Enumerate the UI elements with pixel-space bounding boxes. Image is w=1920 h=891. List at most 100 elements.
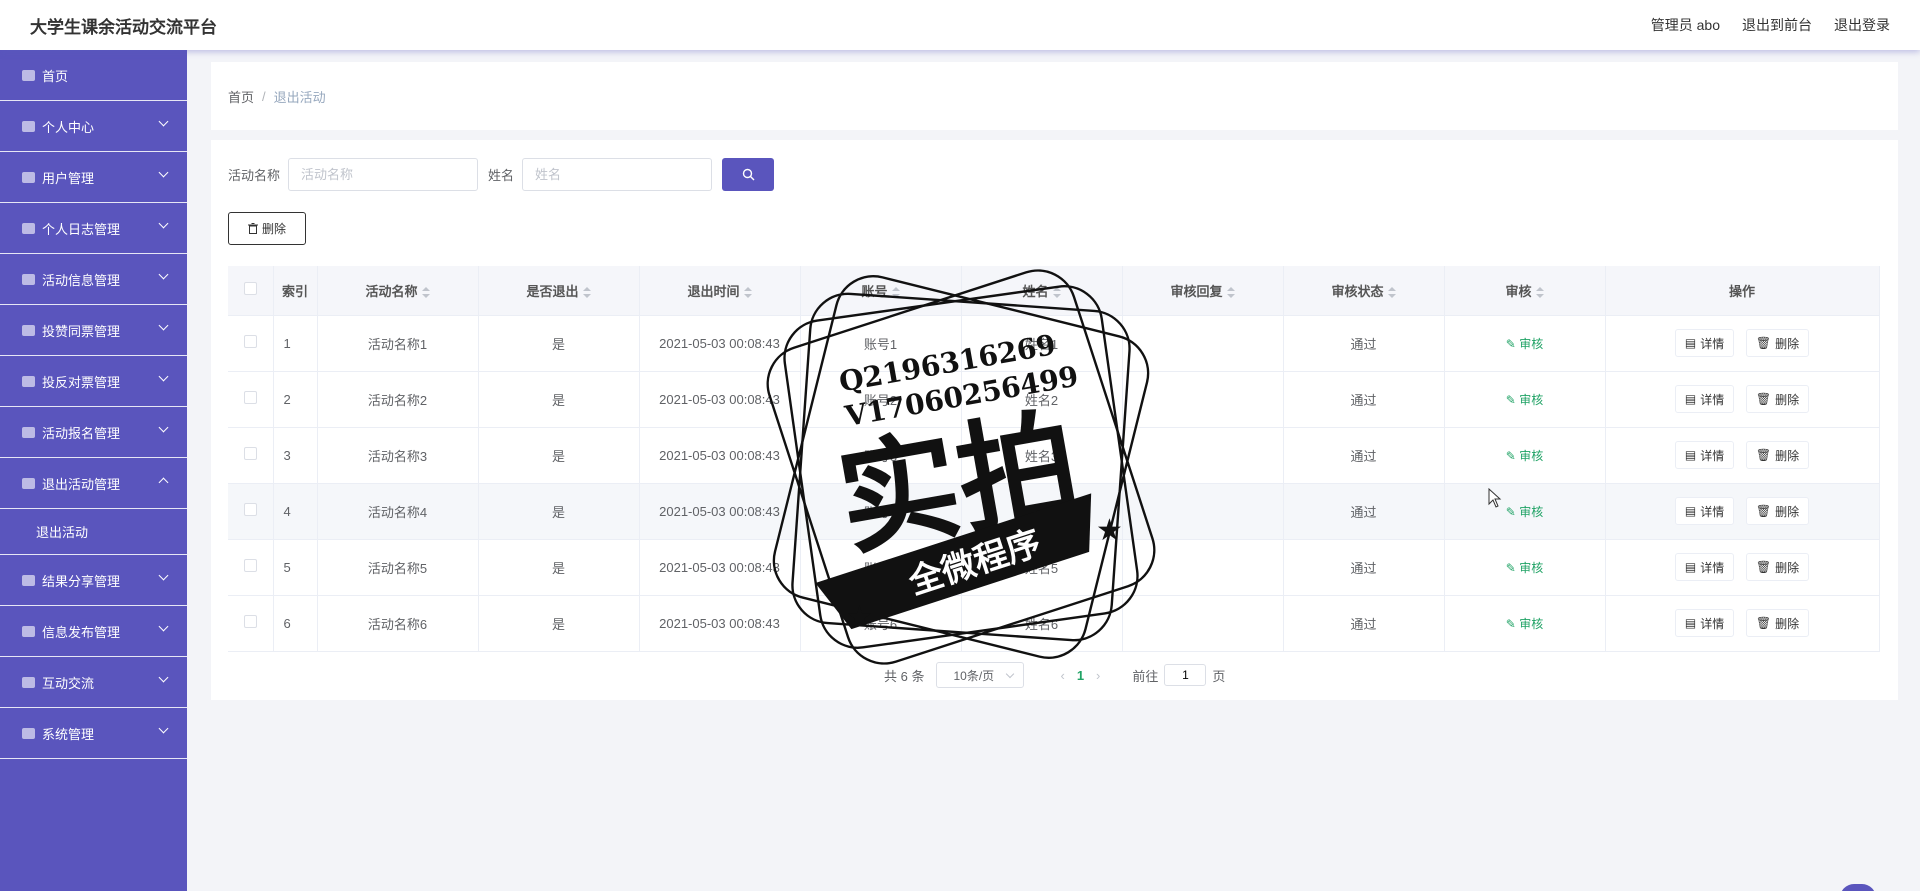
row-checkbox[interactable] bbox=[243, 335, 257, 348]
audit-link[interactable]: ✎ 审核 bbox=[1506, 617, 1543, 631]
search-icon bbox=[742, 168, 755, 181]
sidebar-item-interaction[interactable]: 互动交流 bbox=[0, 657, 187, 708]
page-size-select[interactable]: 10条/页 bbox=[936, 662, 1025, 688]
cell-reply bbox=[1122, 371, 1284, 428]
cell-time: 2021-05-03 00:08:43 bbox=[639, 483, 801, 540]
column-header[interactable]: 退出时间 bbox=[639, 266, 801, 316]
sort-icon[interactable] bbox=[1387, 286, 1396, 298]
sidebar-item-label: 系统管理 bbox=[42, 726, 95, 742]
column-header[interactable]: 账号 bbox=[800, 266, 962, 316]
audit-link[interactable]: ✎ 审核 bbox=[1506, 449, 1543, 463]
chevron-down-icon bbox=[158, 723, 169, 734]
sidebar-item-vote-approve[interactable]: 投赞同票管理 bbox=[0, 305, 187, 356]
column-header[interactable]: 审核回复 bbox=[1122, 266, 1284, 316]
sort-icon[interactable] bbox=[891, 286, 900, 298]
breadcrumb-home[interactable]: 首页 bbox=[228, 87, 254, 106]
delete-button[interactable]: 🗑 删除 bbox=[1745, 441, 1810, 469]
column-header[interactable]: 是否退出 bbox=[478, 266, 640, 316]
back-to-front-link[interactable]: 退出到前台 bbox=[1742, 15, 1812, 35]
name-label: 姓名 bbox=[488, 168, 515, 183]
detail-button[interactable]: ▤ 详情 bbox=[1674, 609, 1735, 637]
row-checkbox[interactable] bbox=[243, 447, 257, 460]
row-checkbox[interactable] bbox=[243, 615, 257, 628]
search-button[interactable] bbox=[722, 158, 775, 191]
batch-delete-button[interactable]: 删除 bbox=[228, 212, 306, 245]
delete-button[interactable]: 🗑 删除 bbox=[1745, 497, 1810, 525]
sidebar-item-quit-activity-management[interactable]: 退出活动管理 bbox=[0, 458, 187, 509]
activity-name-label: 活动名称 bbox=[228, 168, 281, 183]
page-number[interactable]: 1 bbox=[1077, 668, 1084, 683]
sidebar-item-signup[interactable]: 活动报名管理 bbox=[0, 407, 187, 458]
sidebar-item-log-management[interactable]: 个人日志管理 bbox=[0, 203, 187, 254]
select-all-checkbox[interactable] bbox=[243, 282, 257, 296]
document-icon: ▤ bbox=[1684, 392, 1697, 406]
detail-button[interactable]: ▤ 详情 bbox=[1674, 329, 1735, 357]
cell-time: 2021-05-03 00:08:43 bbox=[639, 371, 801, 428]
detail-button[interactable]: ▤ 详情 bbox=[1674, 553, 1735, 581]
floating-corner-button[interactable] bbox=[1840, 884, 1876, 891]
audit-link[interactable]: ✎ 审核 bbox=[1506, 561, 1543, 575]
row-checkbox[interactable] bbox=[243, 559, 257, 572]
detail-button[interactable]: ▤ 详情 bbox=[1674, 441, 1735, 469]
sidebar-item-info-publish[interactable]: 信息发布管理 bbox=[0, 606, 187, 657]
row-checkbox[interactable] bbox=[243, 503, 257, 516]
sidebar-item-label: 首页 bbox=[42, 68, 69, 84]
cell-index: 1 bbox=[273, 315, 318, 372]
activity-name-input[interactable] bbox=[288, 158, 479, 191]
column-header[interactable]: 姓名 bbox=[961, 266, 1123, 316]
detail-button[interactable]: ▤ 详情 bbox=[1674, 497, 1735, 525]
prev-page-icon[interactable]: ‹ bbox=[1060, 668, 1064, 683]
column-header[interactable]: 审核 bbox=[1444, 266, 1606, 316]
delete-button[interactable]: 🗑 删除 bbox=[1745, 609, 1810, 637]
breadcrumb: 首页 / 退出活动 bbox=[211, 62, 1898, 130]
cell-reply bbox=[1122, 595, 1284, 652]
sidebar-item-personal-center[interactable]: 个人中心 bbox=[0, 101, 187, 152]
sort-icon[interactable] bbox=[1052, 286, 1061, 298]
sidebar-item-result-share[interactable]: 结果分享管理 bbox=[0, 555, 187, 606]
cell-name: 姓名3 bbox=[961, 427, 1123, 484]
delete-button[interactable]: 🗑 删除 bbox=[1745, 329, 1810, 357]
breadcrumb-separator: / bbox=[262, 88, 266, 104]
select-all-cell[interactable] bbox=[228, 266, 274, 316]
next-page-icon[interactable]: › bbox=[1096, 668, 1100, 683]
goto-page-input[interactable] bbox=[1164, 664, 1207, 686]
logout-link[interactable]: 退出登录 bbox=[1834, 15, 1890, 35]
name-input[interactable] bbox=[522, 158, 713, 191]
audit-link[interactable]: ✎ 审核 bbox=[1506, 505, 1543, 519]
trash-icon bbox=[247, 223, 258, 234]
sort-icon[interactable] bbox=[421, 286, 430, 298]
chevron-down-icon bbox=[158, 167, 169, 178]
share-icon bbox=[22, 574, 35, 586]
sort-icon[interactable] bbox=[1535, 286, 1544, 298]
user-icon bbox=[22, 120, 35, 132]
audit-link[interactable]: ✎ 审核 bbox=[1506, 337, 1543, 351]
batch-delete-label: 删除 bbox=[261, 222, 286, 236]
column-header[interactable]: 审核状态 bbox=[1283, 266, 1445, 316]
sort-icon[interactable] bbox=[582, 286, 591, 298]
sidebar-item-vote-oppose[interactable]: 投反对票管理 bbox=[0, 356, 187, 407]
chevron-down-icon bbox=[158, 621, 169, 632]
delete-button[interactable]: 🗑 删除 bbox=[1745, 385, 1810, 413]
cell-index: 3 bbox=[273, 427, 318, 484]
chat-icon bbox=[22, 676, 35, 688]
column-header[interactable]: 活动名称 bbox=[317, 266, 479, 316]
sidebar-item-activity-info[interactable]: 活动信息管理 bbox=[0, 254, 187, 305]
delete-button[interactable]: 🗑 删除 bbox=[1745, 553, 1810, 581]
cell-index: 6 bbox=[273, 595, 318, 652]
sort-icon[interactable] bbox=[1226, 286, 1235, 298]
sidebar-item-user-management[interactable]: 用户管理 bbox=[0, 152, 187, 203]
sidebar-item-system[interactable]: 系统管理 bbox=[0, 708, 187, 759]
document-icon: ▤ bbox=[1684, 504, 1697, 518]
pagination-total: 共 6 条 bbox=[884, 668, 925, 684]
audit-link[interactable]: ✎ 审核 bbox=[1506, 393, 1543, 407]
sidebar-item-home[interactable]: 首页 bbox=[0, 50, 187, 101]
document-icon: ▤ bbox=[1684, 616, 1697, 630]
cell-index: 4 bbox=[273, 483, 318, 540]
cell-activity: 活动名称6 bbox=[317, 595, 479, 652]
detail-button[interactable]: ▤ 详情 bbox=[1674, 385, 1735, 413]
sidebar-subitem-quit-activity[interactable]: 退出活动 bbox=[0, 509, 187, 555]
row-checkbox[interactable] bbox=[243, 391, 257, 404]
cell-activity: 活动名称5 bbox=[317, 539, 479, 596]
cell-account: 账号3 bbox=[800, 427, 962, 484]
sort-icon[interactable] bbox=[743, 286, 752, 298]
